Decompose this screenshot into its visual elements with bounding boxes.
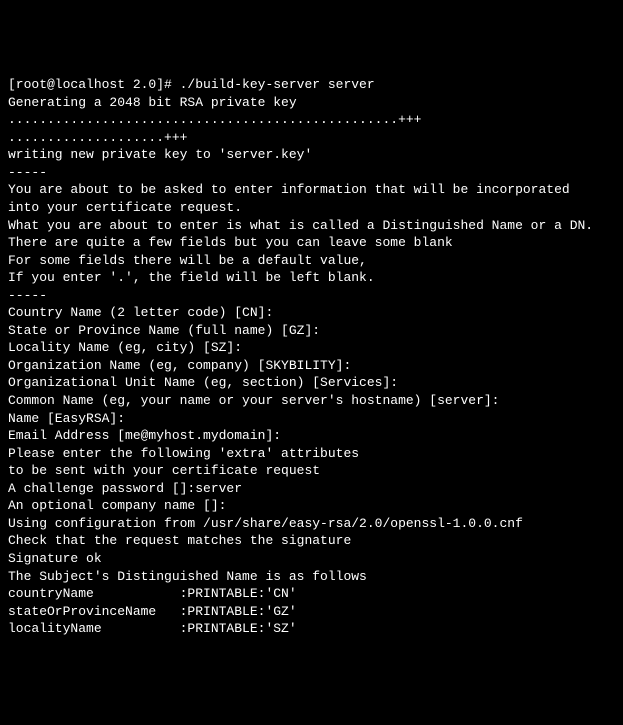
terminal-line: For some fields there will be a default … (8, 252, 615, 270)
terminal-line: into your certificate request. (8, 199, 615, 217)
terminal-line: Check that the request matches the signa… (8, 532, 615, 550)
terminal-line: State or Province Name (full name) [GZ]: (8, 322, 615, 340)
terminal-line: Common Name (eg, your name or your serve… (8, 392, 615, 410)
terminal-line: Organizational Unit Name (eg, section) [… (8, 374, 615, 392)
terminal-line: ----- (8, 164, 615, 182)
terminal-line: Email Address [me@myhost.mydomain]: (8, 427, 615, 445)
terminal-line: Signature ok (8, 550, 615, 568)
terminal-line: localityName :PRINTABLE:'SZ' (8, 620, 615, 638)
terminal-line: Country Name (2 letter code) [CN]: (8, 304, 615, 322)
terminal-line: You are about to be asked to enter infor… (8, 181, 615, 199)
terminal-line: Name [EasyRSA]: (8, 410, 615, 428)
terminal-line: Please enter the following 'extra' attri… (8, 445, 615, 463)
terminal-line: [root@localhost 2.0]# ./build-key-server… (8, 76, 615, 94)
terminal-line: to be sent with your certificate request (8, 462, 615, 480)
terminal-line: Generating a 2048 bit RSA private key (8, 94, 615, 112)
terminal-line: What you are about to enter is what is c… (8, 217, 615, 235)
terminal-line: Organization Name (eg, company) [SKYBILI… (8, 357, 615, 375)
terminal-line: A challenge password []:server (8, 480, 615, 498)
terminal-line: ----- (8, 287, 615, 305)
terminal-line: The Subject's Distinguished Name is as f… (8, 568, 615, 586)
terminal-line: There are quite a few fields but you can… (8, 234, 615, 252)
terminal-line: stateOrProvinceName :PRINTABLE:'GZ' (8, 603, 615, 621)
terminal-line: If you enter '.', the field will be left… (8, 269, 615, 287)
terminal-line: Using configuration from /usr/share/easy… (8, 515, 615, 533)
terminal-line: writing new private key to 'server.key' (8, 146, 615, 164)
terminal-line: countryName :PRINTABLE:'CN' (8, 585, 615, 603)
terminal-line: ........................................… (8, 111, 615, 129)
terminal-output[interactable]: [root@localhost 2.0]# ./build-key-server… (8, 76, 615, 638)
terminal-line: Locality Name (eg, city) [SZ]: (8, 339, 615, 357)
terminal-line: ....................+++ (8, 129, 615, 147)
